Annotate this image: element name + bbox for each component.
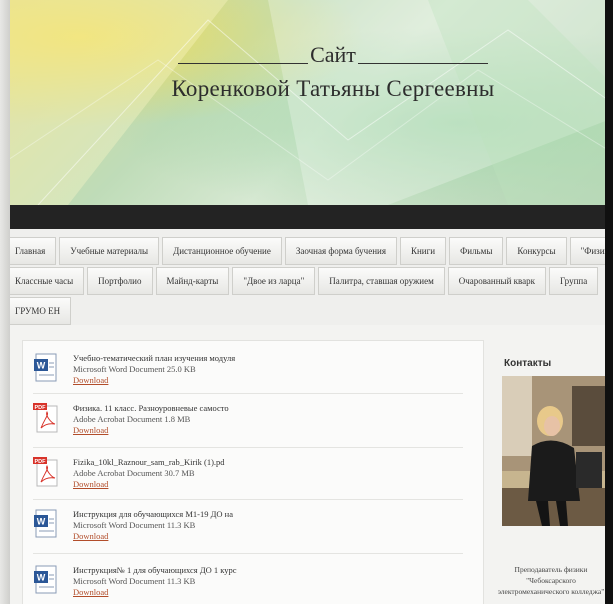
nav-item-class-hours[interactable]: Классные часы <box>8 267 85 295</box>
nav-item-films[interactable]: Фильмы <box>449 237 504 265</box>
file-list-panel: W Учебно-тематический план изучения моду… <box>22 340 484 604</box>
nav-item-fizikon[interactable]: "Физикон" <box>569 237 608 265</box>
contacts-sidebar: Контакты Преподаватель физики "Чебоксарс… <box>494 352 608 604</box>
nav-item-palette[interactable]: Палитра, ставшая оружием <box>318 267 445 295</box>
file-meta: Microsoft Word Document 11.3 KB <box>73 576 196 586</box>
nav-item-home[interactable]: Главная <box>8 237 57 265</box>
header-decoration <box>8 0 608 205</box>
site-header: Сайт Коренковой Татьяны Сергеевны <box>8 0 608 205</box>
file-info: Инструкция№ 1 для обучающихся ДО 1 курс … <box>73 565 237 598</box>
download-link[interactable]: Download <box>73 425 229 436</box>
teacher-caption: Преподаватель физики "Чебоксарского элек… <box>494 564 608 597</box>
file-info: Физика. 11 класс. Разноуровневые самосто… <box>73 403 229 436</box>
site-title-line1: Сайт <box>168 42 498 68</box>
file-info: Fizika_10kl_Raznour_sam_rab_Kirik (1).pd… <box>73 457 225 490</box>
nav-item-correspondence[interactable]: Заочная форма бучения <box>284 237 397 265</box>
pdf-icon[interactable]: PDF <box>33 457 59 487</box>
browser-screen: Сайт Коренковой Татьяны Сергеевны Главна… <box>8 0 608 604</box>
file-name: Учебно-тематический план изучения модуля <box>73 353 236 363</box>
nav-item-contests[interactable]: Конкурсы <box>506 237 567 265</box>
svg-text:PDF: PDF <box>35 405 47 411</box>
file-meta: Microsoft Word Document 25.0 KB <box>73 364 196 374</box>
nav-item-charmed-quark[interactable]: Очарованный кварк <box>447 267 547 295</box>
word-doc-icon[interactable]: W <box>33 565 59 595</box>
nav-item-mind-maps[interactable]: Майнд-карты <box>155 267 230 295</box>
file-name: Физика. 11 класс. Разноуровневые самосто <box>73 403 229 413</box>
download-link[interactable]: Download <box>73 587 237 598</box>
file-name: Инструкция№ 1 для обучающихся ДО 1 курс <box>73 565 237 575</box>
header-divider-bar <box>8 205 608 229</box>
download-link[interactable]: Download <box>73 375 235 386</box>
caption-line-1: Преподаватель физики <box>514 565 588 574</box>
svg-text:W: W <box>37 573 46 583</box>
pdf-icon[interactable]: PDF <box>33 403 59 433</box>
file-name: Инструкция для обучающихся М1-19 ДО на <box>73 509 233 519</box>
file-info: Инструкция для обучающихся М1-19 ДО на M… <box>73 509 233 542</box>
contacts-title: Контакты <box>504 358 552 369</box>
file-divider <box>33 499 463 500</box>
nav-item-books[interactable]: Книги <box>399 237 447 265</box>
file-info: Учебно-тематический план изучения модуля… <box>73 353 235 386</box>
file-meta: Adobe Acrobat Document 1.8 MB <box>73 414 191 424</box>
nav-row-1: Главная Учебные материалы Дистанционное … <box>8 237 608 265</box>
svg-text:PDF: PDF <box>35 459 47 465</box>
teacher-photo <box>502 376 608 526</box>
file-divider <box>33 393 463 394</box>
svg-text:W: W <box>37 361 46 371</box>
monitor-bezel-left <box>0 0 10 604</box>
caption-line-2: "Чебоксарского <box>526 576 576 585</box>
download-link[interactable]: Download <box>73 479 225 490</box>
nav-item-group[interactable]: Группа <box>549 267 599 295</box>
teacher-photo-image <box>502 376 608 526</box>
download-link[interactable]: Download <box>73 531 233 542</box>
main-navigation: Главная Учебные материалы Дистанционное … <box>8 229 608 325</box>
site-title-line2: Коренковой Татьяны Сергеевны <box>171 76 495 101</box>
nav-item-two-from-box[interactable]: "Двое из ларца" <box>232 267 316 295</box>
file-meta: Adobe Acrobat Document 30.7 MB <box>73 468 195 478</box>
caption-line-3: электромеханического колледжа" <box>497 587 605 596</box>
nav-item-materials[interactable]: Учебные материалы <box>59 237 160 265</box>
file-meta: Microsoft Word Document 11.3 KB <box>73 520 196 530</box>
word-doc-icon[interactable]: W <box>33 509 59 539</box>
file-name: Fizika_10kl_Raznour_sam_rab_Kirik (1).pd <box>73 457 225 467</box>
monitor-bezel-right <box>605 0 613 604</box>
nav-item-grumo[interactable]: ГРУМО ЕН <box>8 297 72 325</box>
nav-row-2: Классные часы Портфолио Майнд-карты "Дво… <box>8 267 601 295</box>
file-divider <box>33 447 463 448</box>
nav-item-distance[interactable]: Дистанционное обучение <box>162 237 282 265</box>
svg-text:W: W <box>37 517 46 527</box>
file-divider <box>33 553 463 554</box>
word-doc-icon[interactable]: W <box>33 353 59 383</box>
nav-row-3: ГРУМО ЕН <box>8 297 74 325</box>
nav-item-portfolio[interactable]: Портфолио <box>87 267 153 295</box>
